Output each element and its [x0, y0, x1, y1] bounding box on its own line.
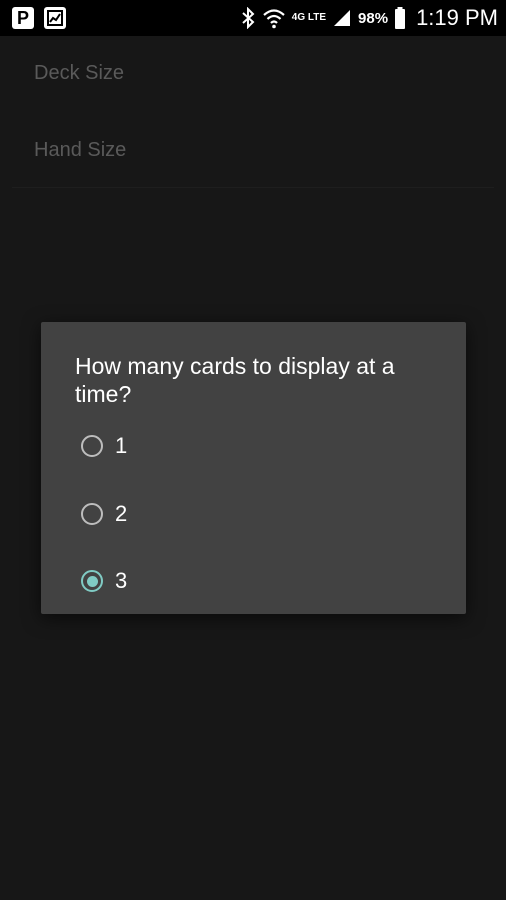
radio-option-label: 1: [115, 433, 128, 458]
signal-icon: [332, 8, 352, 28]
pref-hand-size[interactable]: Hand Size: [34, 139, 126, 162]
radio-option-1[interactable]: 1: [81, 426, 127, 466]
radio-button-checked[interactable]: [81, 570, 103, 592]
image-icon: [44, 7, 66, 29]
pref-deck-size[interactable]: Deck Size: [34, 62, 124, 85]
battery-icon: [394, 6, 406, 30]
lte-icon: 4G LTE: [291, 12, 327, 23]
radio-button-unchecked[interactable]: [81, 435, 103, 457]
app-screen: P 4G LTE 98% 1:19 PM Deck Size Hand Size…: [0, 0, 506, 900]
choice-dialog: How many cards to display at a time? 1 2…: [41, 322, 466, 614]
wifi-icon: [262, 7, 286, 29]
clock: 1:19 PM: [416, 5, 498, 30]
battery-percent: 98%: [358, 9, 389, 27]
dialog-title: How many cards to display at a time?: [75, 353, 395, 407]
radio-option-3[interactable]: 3: [81, 561, 127, 601]
radio-button-unchecked[interactable]: [81, 503, 103, 525]
radio-option-label: 3: [115, 568, 128, 593]
radio-option-2[interactable]: 2: [81, 494, 127, 534]
parking-icon: P: [12, 7, 34, 29]
status-icons: 4G LTE 98% 1:19 PM: [240, 0, 498, 36]
bluetooth-icon: [240, 7, 256, 29]
radio-option-label: 2: [115, 501, 128, 526]
divider: [12, 187, 494, 188]
status-bar: P 4G LTE 98% 1:19 PM: [0, 0, 506, 36]
